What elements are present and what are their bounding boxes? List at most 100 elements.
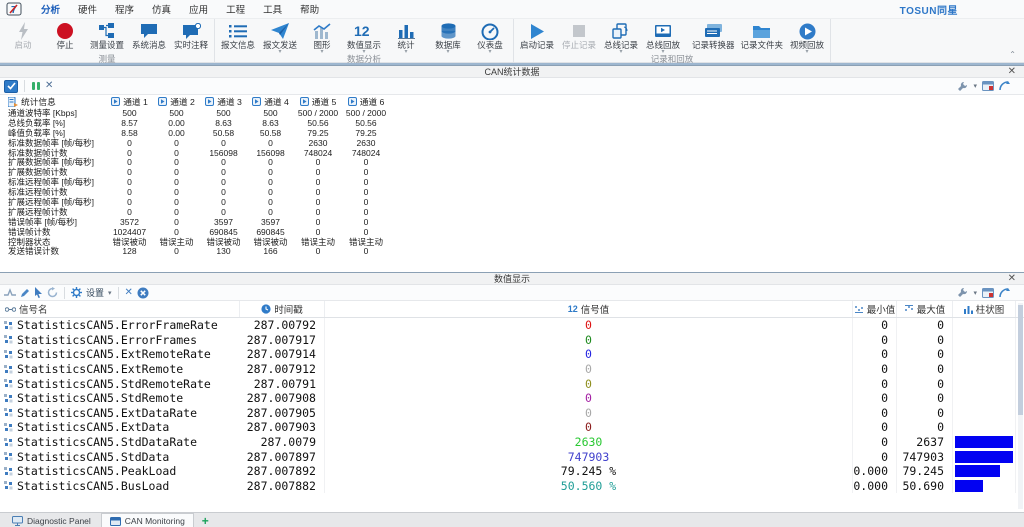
signal-row[interactable]: StatisticsCAN5.StdData287.00789774790307… (0, 449, 1024, 464)
ribbon-button-measure-setup[interactable]: 测量设置 (86, 20, 128, 54)
ribbon-button-record-folder[interactable]: 记录文件夹 (738, 20, 787, 54)
numeric-close-icon[interactable]: ✕ (1008, 273, 1016, 285)
ribbon-button-video-replay[interactable]: 视频回放▾ (786, 20, 828, 54)
stats-cell-value: 0 (200, 167, 247, 177)
menu-tab-analysis[interactable]: 分析 (32, 0, 69, 18)
column-bar[interactable]: 柱状图 (953, 301, 1016, 317)
float-window-icon[interactable] (982, 81, 994, 91)
clock-icon (261, 304, 271, 314)
stats-cell-value: 0 (294, 246, 342, 256)
edit-pencil-icon[interactable] (20, 288, 30, 298)
wrench-caret-icon[interactable]: ▾ (973, 289, 977, 297)
restore-window-icon[interactable] (999, 288, 1010, 298)
settings-button[interactable]: 设置 (86, 286, 104, 299)
signal-row[interactable]: StatisticsCAN5.ExtDataRate287.007905000 (0, 406, 1024, 421)
column-max[interactable]: 最大值 (897, 301, 953, 317)
delete-x-icon[interactable]: ✕ (125, 288, 133, 298)
settings-caret-icon[interactable]: ▾ (108, 289, 112, 297)
enable-check-button[interactable] (4, 80, 18, 93)
wrench-icon[interactable] (957, 287, 968, 298)
pause-icon[interactable] (31, 81, 41, 91)
signal-row[interactable]: StatisticsCAN5.ExtRemote287.007912000 (0, 362, 1024, 377)
signal-row[interactable]: StatisticsCAN5.StdRemoteRate287.00791000 (0, 376, 1024, 391)
signal-row[interactable]: StatisticsCAN5.ExtRemoteRate287.00791400… (0, 347, 1024, 362)
brand-logo: TOSUN同星 (900, 2, 1018, 17)
can-stats-titlebar[interactable]: CAN统计数据 ✕ (0, 65, 1024, 78)
ribbon-button-numeric-display[interactable]: 12数值显示▾ (343, 20, 385, 54)
ribbon-button-statistics[interactable]: 统计▾ (385, 20, 427, 54)
restore-window-icon[interactable] (999, 81, 1010, 91)
menu-tab-help[interactable]: 帮助 (291, 0, 328, 18)
signal-bar-cell (953, 376, 1016, 391)
signal-max: 747903 (897, 449, 953, 464)
bottom-tab-diagnostic-panel[interactable]: Diagnostic Panel (4, 513, 99, 527)
column-min[interactable]: 最小值 (853, 301, 897, 317)
stats-header-channel-3[interactable]: 通道 3 (200, 95, 247, 108)
gear-icon[interactable] (71, 287, 82, 298)
ribbon-button-graphics[interactable]: 图形▾ (301, 20, 343, 54)
ribbon-button-stop[interactable]: 停止 (44, 20, 86, 54)
stats-cell-value: 0.00 (153, 118, 200, 128)
can-stats-close-icon[interactable]: ✕ (1008, 66, 1016, 78)
signal-dots-icon (4, 394, 13, 403)
add-tab-button[interactable]: + (196, 513, 215, 527)
float-window-icon[interactable] (982, 288, 994, 298)
menu-tab-hardware[interactable]: 硬件 (69, 0, 106, 18)
menu-tab-project[interactable]: 工程 (217, 0, 254, 18)
ribbon-button-label: 记录转换器 (692, 41, 735, 50)
clear-x-icon[interactable]: ✕ (45, 81, 53, 91)
ribbon-button-realtime-comment[interactable]: 实时注释 (170, 20, 212, 54)
vertical-scrollbar[interactable] (1018, 303, 1023, 509)
clear-all-icon[interactable] (137, 287, 149, 299)
refresh-icon[interactable] (47, 287, 58, 298)
ribbon-button-system-message[interactable]: 系统消息 (128, 20, 170, 54)
menu-tab-application[interactable]: 应用 (180, 0, 217, 18)
signal-row[interactable]: StatisticsCAN5.BusLoad287.00788250.560 %… (0, 479, 1024, 494)
stats-header-channel-4[interactable]: 通道 4 (247, 95, 294, 108)
signal-row[interactable]: StatisticsCAN5.ErrorFrames287.007917000 (0, 333, 1024, 348)
wrench-icon[interactable] (957, 81, 968, 92)
ribbon-button-record-converter[interactable]: 记录转换器 (689, 20, 738, 54)
signal-row[interactable]: StatisticsCAN5.StdDataRate287.0079263002… (0, 435, 1024, 450)
stats-header-channel-1[interactable]: 通道 1 (106, 95, 153, 108)
ribbon-collapse-chevron-icon[interactable]: ⌃ (1009, 50, 1016, 59)
menu-tab-tools[interactable]: 工具 (254, 0, 291, 18)
cursor-arrow-icon[interactable] (34, 287, 43, 298)
signal-value: 0 (325, 333, 853, 348)
stats-header-channel-6[interactable]: 通道 6 (342, 95, 390, 108)
signal-curve-icon[interactable] (4, 288, 16, 297)
wrench-caret-icon[interactable]: ▾ (973, 82, 977, 90)
column-timestamp[interactable]: 时间戳 (240, 301, 325, 317)
ribbon-button-dashboard[interactable]: 仪表盘▾ (469, 20, 511, 54)
menu-tab-simulation[interactable]: 仿真 (143, 0, 180, 18)
signal-row[interactable]: StatisticsCAN5.PeakLoad287.00789279.245 … (0, 464, 1024, 479)
stats-header-channel-2[interactable]: 通道 2 (153, 95, 200, 108)
stats-cell-value: 0 (294, 167, 342, 177)
menu-tab-program[interactable]: 程序 (106, 0, 143, 18)
numeric-titlebar[interactable]: 数值显示 ✕ (0, 272, 1024, 285)
ribbon-button-stop-record[interactable]: 停止记录 (558, 20, 600, 54)
column-signal-name[interactable]: 信号名 (0, 301, 240, 317)
stats-header-channel-5[interactable]: 通道 5 (294, 95, 342, 108)
ribbon-button-bus-record[interactable]: 总线记录▾ (600, 20, 642, 54)
bottom-tab-label: Diagnostic Panel (27, 516, 91, 526)
stats-cell-value: 0.00 (153, 128, 200, 138)
ribbon-button-bus-replay[interactable]: 总线回放▾ (642, 20, 684, 54)
signal-timestamp: 287.007912 (240, 362, 325, 377)
ribbon-button-label: 报文信息 (221, 41, 255, 50)
scrollbar-thumb[interactable] (1018, 305, 1023, 415)
ribbon-button-database[interactable]: 数据库▾ (427, 20, 469, 54)
can-stats-toolbar: ✕ ▾ (0, 78, 1024, 95)
signal-row[interactable]: StatisticsCAN5.StdRemote287.007908000 (0, 391, 1024, 406)
signal-row[interactable]: StatisticsCAN5.ExtData287.007903000 (0, 420, 1024, 435)
ribbon-button-start-record[interactable]: 启动记录 (516, 20, 558, 54)
ribbon-button-start[interactable]: 启动 (2, 20, 44, 54)
ribbon-button-frame-info[interactable]: 报文信息 (217, 20, 259, 54)
bottom-tab-can-monitoring[interactable]: CAN Monitoring (101, 513, 194, 527)
ribbon-button-frame-send[interactable]: 报文发送▾ (259, 20, 301, 54)
signal-name-cell: StatisticsCAN5.ExtRemote (0, 362, 240, 377)
signal-row[interactable]: StatisticsCAN5.ErrorFrameRate287.0079200… (0, 318, 1024, 333)
column-signal-value[interactable]: 12 信号值 (325, 301, 853, 317)
toolbar-separator (24, 80, 25, 92)
stats-cell-value: 166 (247, 246, 294, 256)
